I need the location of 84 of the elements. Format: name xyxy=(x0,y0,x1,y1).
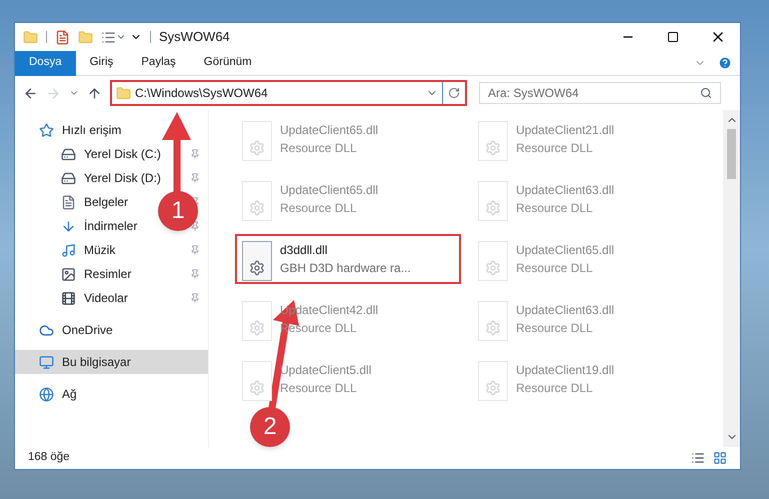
large-icons-view-icon[interactable] xyxy=(713,451,727,465)
file-name: d3ddll.dll xyxy=(280,242,328,259)
nav-label: Resimler xyxy=(84,266,132,283)
nav-item[interactable]: Belgeler xyxy=(15,190,132,214)
nav-item[interactable]: Hızlı erişim xyxy=(15,118,208,142)
cloud-icon xyxy=(39,322,54,338)
file-name: UpdateClient63.dll xyxy=(516,302,614,319)
file-name: UpdateClient63.dll xyxy=(516,182,614,199)
music-note-icon xyxy=(61,242,76,258)
address-bar[interactable]: C:\Windows\SysWOW64 xyxy=(110,80,467,106)
monitor-icon xyxy=(39,354,54,370)
file-type: Resource DLL xyxy=(516,140,594,157)
file-icon xyxy=(242,301,272,341)
file-type: Resource DLL xyxy=(516,380,594,397)
file-icon xyxy=(478,361,508,401)
picture-icon xyxy=(61,266,76,282)
star-icon xyxy=(39,122,54,138)
drive-icon xyxy=(61,170,76,186)
file-name: UpdateClient21.dll xyxy=(516,122,614,139)
file-type: Resource DLL xyxy=(516,320,594,337)
search-field[interactable]: Ara: SysWOW64 xyxy=(479,82,721,104)
nav-label: Belgeler xyxy=(84,194,128,211)
file-icon xyxy=(242,181,272,221)
nav-label: Hızlı erişim xyxy=(62,122,122,139)
details-view-icon[interactable] xyxy=(691,451,705,465)
file-type: Resource DLL xyxy=(516,200,594,217)
window-title: SysWOW64 xyxy=(159,28,230,46)
file-name: UpdateClient65.dll xyxy=(280,182,378,199)
folder-icon xyxy=(116,86,131,100)
film-icon xyxy=(61,290,76,306)
file-name: UpdateClient65.dll xyxy=(516,242,614,259)
up-icon[interactable] xyxy=(87,86,102,100)
file-item[interactable]: d3ddll.dll GBH D3D hardware ra... xyxy=(235,234,461,284)
drive-icon xyxy=(61,146,76,162)
properties-icon[interactable] xyxy=(55,30,70,44)
globe-icon xyxy=(39,386,54,402)
nav-label: Yerel Disk (D:) xyxy=(84,170,161,187)
file-type: Resource DLL xyxy=(516,260,594,277)
maximize-icon xyxy=(666,31,678,43)
nav-label: Ağ xyxy=(62,386,77,403)
file-icon xyxy=(242,121,272,161)
file-name: UpdateClient65.dll xyxy=(280,122,378,139)
file-icon xyxy=(242,241,272,281)
file-icon xyxy=(478,181,508,221)
ribbon-tab[interactable]: Görünüm xyxy=(190,50,266,76)
nav-item[interactable]: Bu bilgisayar xyxy=(15,350,208,374)
help-icon[interactable] xyxy=(718,56,732,70)
file-type: GBH D3D hardware ra... xyxy=(280,260,411,277)
nav-label: Müzik xyxy=(84,242,116,259)
nav-label: Yerel Disk (C:) xyxy=(84,146,161,163)
ribbon-tab[interactable]: Dosya xyxy=(15,50,76,76)
nav-label: Videolar xyxy=(84,290,128,307)
file-type: Resource DLL xyxy=(280,200,358,217)
nav-item[interactable]: Resimler xyxy=(15,262,136,286)
nav-item[interactable]: İndirmeler xyxy=(15,214,142,238)
file-type: Resource DLL xyxy=(280,140,358,157)
file-icon xyxy=(242,361,272,401)
nav-item[interactable]: OneDrive xyxy=(15,318,208,342)
file-name: UpdateClient19.dll xyxy=(516,362,614,379)
file-icon xyxy=(478,301,508,341)
ribbon-tab[interactable]: Paylaş xyxy=(127,50,190,76)
refresh-icon[interactable] xyxy=(448,87,460,99)
nav-item[interactable]: Ağ xyxy=(15,382,208,406)
file-icon xyxy=(478,121,508,161)
search-input[interactable]: Ara: SysWOW64 xyxy=(488,84,700,102)
document-icon xyxy=(61,194,76,210)
scrollbar[interactable] xyxy=(723,110,740,447)
nav-label: İndirmeler xyxy=(84,218,138,235)
item-count: 168 öğe xyxy=(28,450,70,466)
nav-item[interactable]: Yerel Disk (D:) xyxy=(15,166,165,190)
scrollbar-thumb[interactable] xyxy=(727,129,736,179)
back-icon[interactable] xyxy=(23,86,38,100)
nav-item[interactable]: Müzik xyxy=(15,238,120,262)
nav-label: Bu bilgisayar xyxy=(62,354,131,371)
nav-item[interactable]: Videolar xyxy=(15,286,132,310)
ribbon-tab[interactable]: Giriş xyxy=(76,50,128,76)
address-text: C:\Windows\SysWOW64 xyxy=(135,85,269,102)
file-icon xyxy=(478,241,508,281)
nav-label: OneDrive xyxy=(62,322,113,339)
nav-item[interactable]: Yerel Disk (C:) xyxy=(15,142,165,166)
file-type: Resource DLL xyxy=(280,380,358,397)
view-icon[interactable] xyxy=(101,30,116,44)
search-icon xyxy=(700,87,712,99)
down-arrow-icon xyxy=(61,218,76,234)
